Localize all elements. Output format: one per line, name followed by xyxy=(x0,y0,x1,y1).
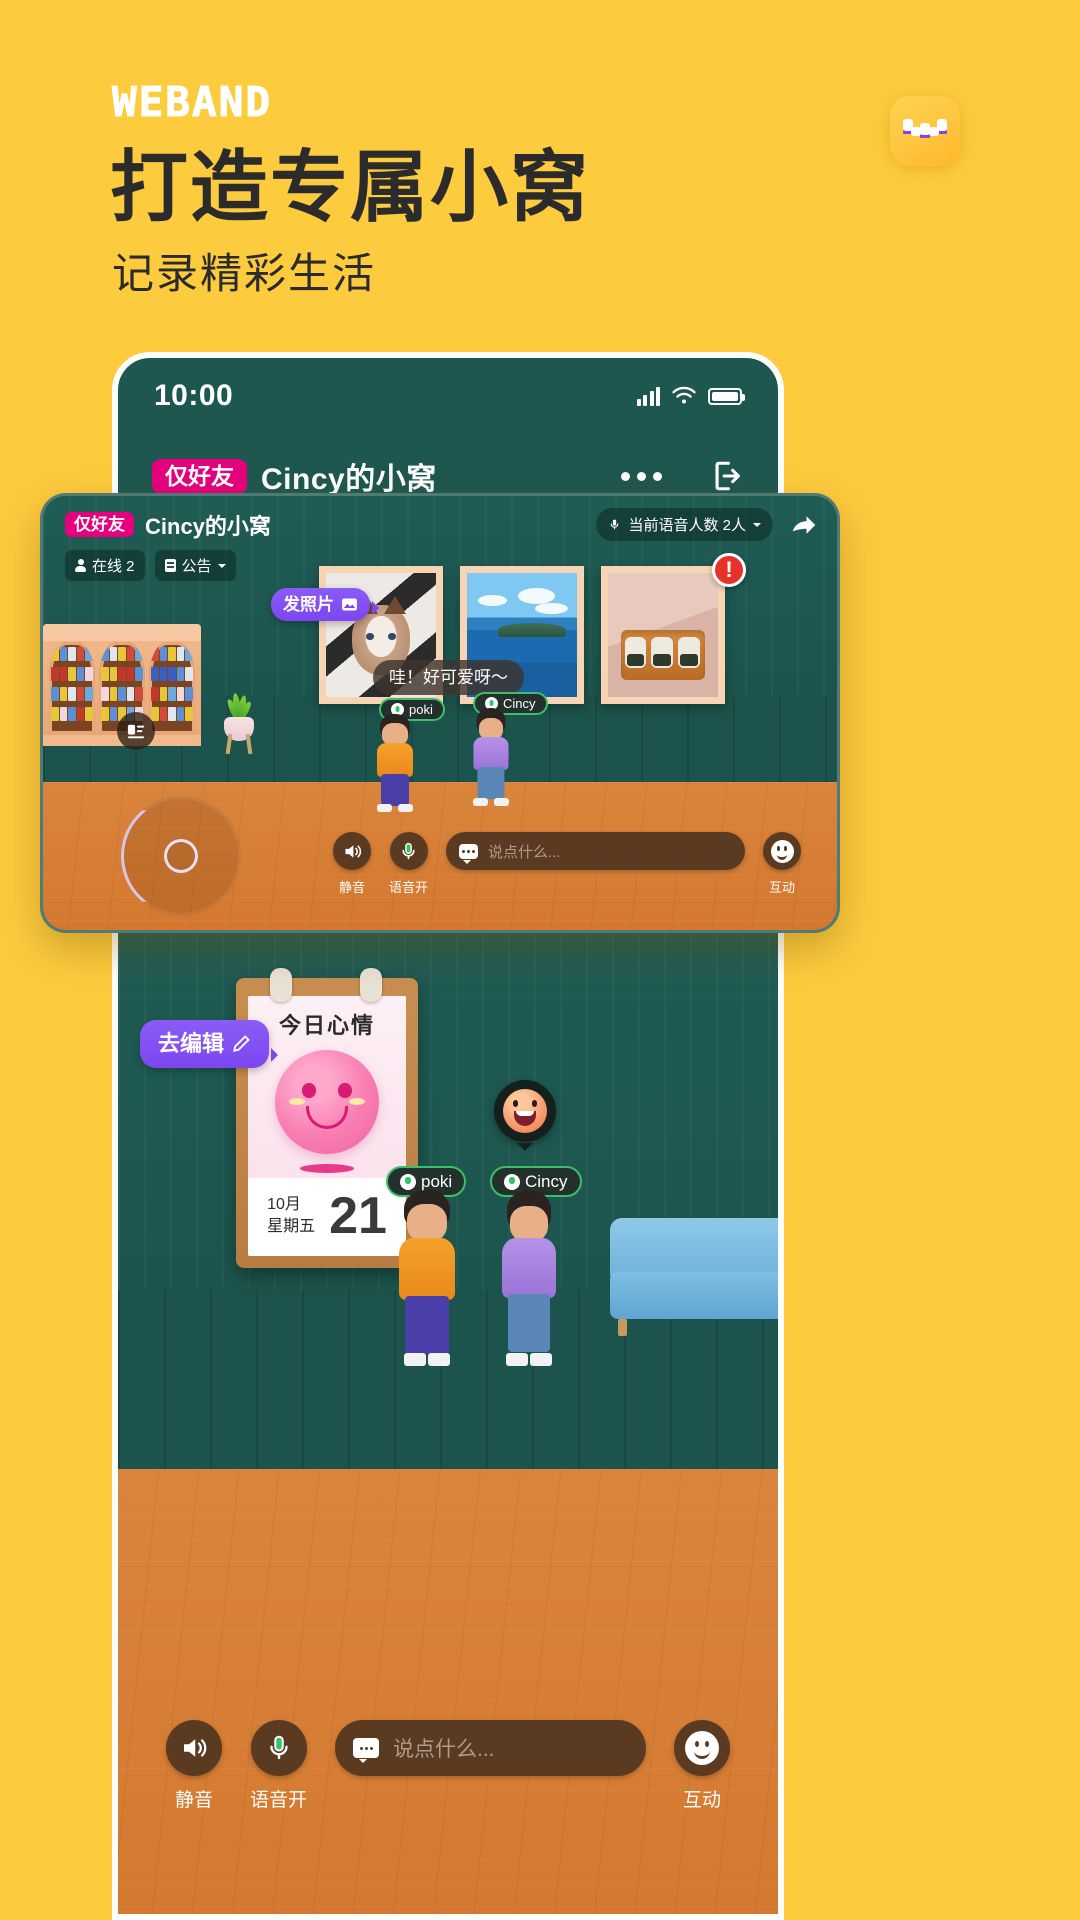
potted-plant xyxy=(215,692,263,755)
room-title: Cincy的小窝 xyxy=(261,463,437,496)
friends-only-badge: 仅好友 xyxy=(152,458,247,494)
person-icon xyxy=(75,559,86,572)
speaker-icon xyxy=(345,844,361,858)
battery-full-icon xyxy=(708,387,745,405)
cellular-signal-icon xyxy=(636,386,660,406)
share-arrow-icon[interactable] xyxy=(789,510,819,540)
weband-app-icon[interactable] xyxy=(890,96,960,166)
bookshelf-arch xyxy=(49,642,95,734)
voice-button[interactable]: 语音开 xyxy=(389,832,428,896)
overlay-toolbar: 静音 语音开 说点什么... 互动 xyxy=(43,832,837,896)
edit-tooltip[interactable]: 去编辑 xyxy=(140,1020,279,1068)
note-icon xyxy=(127,724,145,739)
image-icon xyxy=(342,598,357,611)
more-dots-icon[interactable] xyxy=(621,471,662,481)
mood-calendar-card[interactable]: 今日心情 10月 星期五 21 xyxy=(236,968,418,1268)
notice-label: 公告 xyxy=(181,558,212,575)
bookshelf-info-icon[interactable] xyxy=(117,712,155,750)
chat-message-bubble: 哇！好可爱呀～ xyxy=(373,660,524,695)
avatar-cincy[interactable] xyxy=(467,708,515,806)
nametag-label: poki xyxy=(421,1172,453,1191)
face-shadow xyxy=(300,1164,354,1173)
smiley-icon xyxy=(685,1731,719,1765)
message-icon xyxy=(459,843,479,864)
notice-chip[interactable]: 公告 xyxy=(154,550,236,581)
mute-button[interactable]: 静音 xyxy=(166,1720,222,1812)
room-toolbar: 静音 语音开 说点什么... 互动 xyxy=(118,1720,778,1812)
mute-label: 静音 xyxy=(338,880,365,895)
voice-label: 语音开 xyxy=(250,1790,308,1811)
message-icon xyxy=(353,1738,380,1763)
chat-input-placeholder: 说点什么... xyxy=(488,843,561,861)
microphone-icon xyxy=(611,519,619,530)
microphone-icon xyxy=(269,1735,288,1760)
date-weekday: 星期五 xyxy=(267,1218,316,1235)
chat-input[interactable]: 说点什么... xyxy=(446,832,745,870)
voice-button[interactable]: 语音开 xyxy=(250,1720,307,1812)
status-bar: 10:00 xyxy=(118,358,778,434)
room-scene-lower: 今日心情 10月 星期五 21 去编辑 poki Cincy 静音 语音开 说点… xyxy=(118,932,778,1914)
exit-room-icon[interactable] xyxy=(710,459,744,493)
chat-input[interactable]: 说点什么... xyxy=(335,1720,646,1776)
food-photo[interactable] xyxy=(601,566,725,704)
mic-icon xyxy=(504,1173,520,1190)
document-icon xyxy=(164,559,176,572)
brand-logo: WEBAND xyxy=(111,78,273,127)
chat-input-placeholder: 说点什么... xyxy=(393,1738,495,1761)
pencil-icon xyxy=(233,1035,250,1052)
avatar-poki[interactable] xyxy=(394,1190,460,1366)
smiley-icon xyxy=(770,839,794,863)
interact-button[interactable]: 互动 xyxy=(763,832,801,896)
mute-button[interactable]: 静音 xyxy=(333,832,371,896)
clip-clamp-left xyxy=(270,968,292,1002)
nametag-label: Cincy xyxy=(525,1172,568,1191)
bookshelf-arch xyxy=(149,642,195,734)
avatar-poki[interactable] xyxy=(371,714,419,812)
microphone-icon xyxy=(402,842,415,859)
page-title: 打造专属小窝 xyxy=(110,143,591,231)
send-photo-label: 发照片 xyxy=(283,595,334,614)
send-photo-tooltip[interactable]: 发照片 xyxy=(271,588,379,621)
photo-warning-badge[interactable]: ! xyxy=(712,553,746,587)
blue-sofa xyxy=(610,1218,778,1336)
online-count-chip[interactable]: 在线 2 xyxy=(65,550,145,581)
chevron-down-icon xyxy=(217,563,226,568)
interact-label: 互动 xyxy=(682,1790,721,1811)
pink-smile-face xyxy=(275,1050,379,1154)
edit-tooltip-label: 去编辑 xyxy=(158,1031,225,1056)
chevron-down-icon xyxy=(753,522,761,527)
weband-w-glyph xyxy=(903,119,947,138)
page-subtitle: 记录精彩生活 xyxy=(112,250,377,297)
voice-count-label: 当前语音人数 2人 xyxy=(628,517,746,534)
mic-icon xyxy=(400,1173,416,1190)
mood-title: 今日心情 xyxy=(278,1013,375,1038)
room-preview-card: 仅好友 Cincy的小窝 当前语音人数 2人 在线 2 公告 ! 发照片 哇！好… xyxy=(40,493,840,933)
voice-label: 语音开 xyxy=(389,880,429,895)
status-time: 10:00 xyxy=(154,379,234,412)
wifi-icon xyxy=(672,386,696,404)
room-title: Cincy的小窝 xyxy=(145,513,271,539)
speaker-icon xyxy=(184,1739,207,1757)
laughing-emoji xyxy=(503,1089,547,1133)
friends-only-badge: 仅好友 xyxy=(65,512,134,537)
clip-clamp-right xyxy=(360,968,382,1002)
date-month: 10月 xyxy=(267,1196,301,1214)
online-count-label: 在线 2 xyxy=(92,558,135,575)
mute-label: 静音 xyxy=(174,1790,213,1811)
voice-count-chip[interactable]: 当前语音人数 2人 xyxy=(596,508,773,541)
interact-button[interactable]: 互动 xyxy=(674,1720,730,1812)
interact-label: 互动 xyxy=(768,880,795,895)
laughing-emoji-bubble xyxy=(494,1080,556,1142)
avatar-cincy[interactable] xyxy=(496,1190,562,1366)
date-day: 21 xyxy=(329,1187,387,1245)
